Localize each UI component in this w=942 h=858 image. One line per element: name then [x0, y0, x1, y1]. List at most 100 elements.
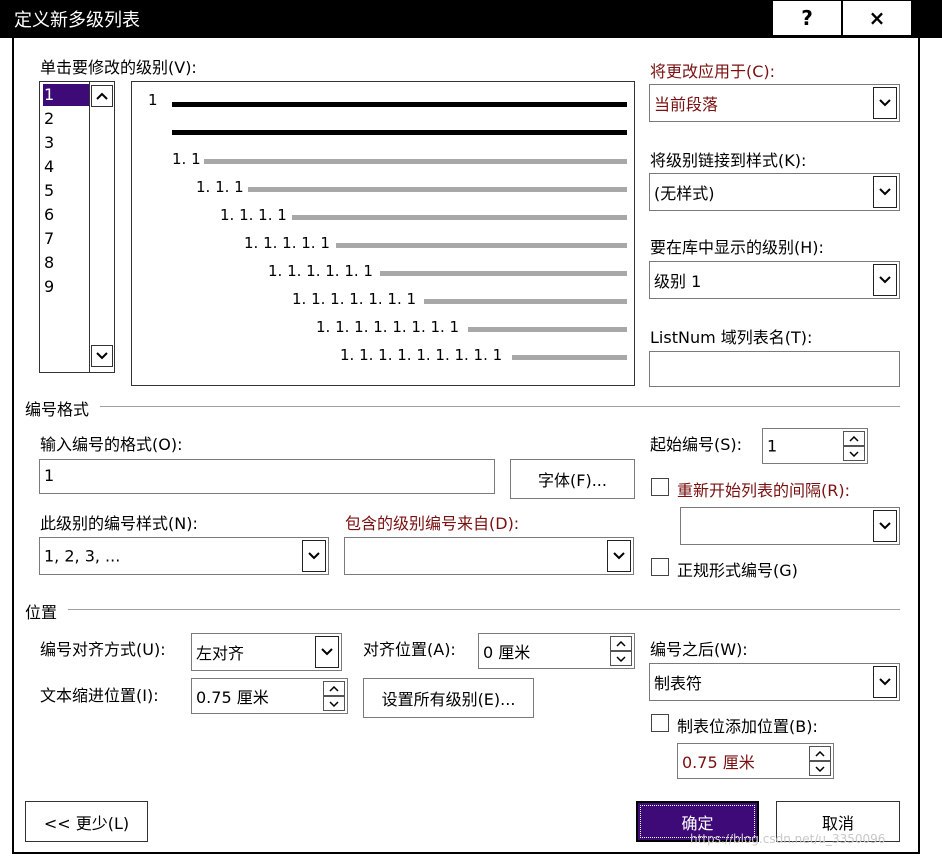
chevron-down-icon: [616, 655, 626, 662]
gallery-level-select[interactable]: 级别 1: [649, 261, 900, 299]
tab-stop-checkbox[interactable]: [651, 714, 669, 732]
preview-line-9-bar: [512, 355, 627, 360]
preview-line-3-number: 1. 1. 1: [196, 178, 244, 196]
level-list[interactable]: 1 2 3 4 5 6 7 8 9: [39, 81, 115, 373]
level-item-9[interactable]: 9: [43, 276, 90, 298]
tab-stop-label: 制表位添加位置(B):: [677, 717, 818, 736]
include-level-select[interactable]: [344, 537, 634, 575]
follow-number-value: 制表符: [654, 674, 703, 693]
preview-line-6-number: 1. 1. 1. 1. 1. 1: [268, 262, 373, 280]
preview-line-2-number: 1. 1: [172, 150, 201, 168]
chevron-down-icon[interactable]: [873, 510, 897, 542]
spin-up-button[interactable]: [323, 681, 345, 696]
chevron-down-icon[interactable]: [315, 636, 339, 668]
follow-number-label: 编号之后(W):: [650, 640, 748, 659]
spin-up-button[interactable]: [809, 746, 831, 761]
preview-line-8-bar: [468, 327, 627, 332]
format-input[interactable]: 1: [39, 459, 495, 494]
indent-spinner[interactable]: 0.75 厘米: [191, 678, 348, 714]
preview-line-5-bar: [336, 243, 627, 248]
link-style-value: (无样式): [654, 184, 715, 203]
spin-down-button[interactable]: [843, 446, 865, 461]
chevron-up-icon: [329, 685, 339, 692]
help-button[interactable]: ?: [772, 0, 842, 36]
chevron-down-icon[interactable]: [873, 87, 897, 119]
chevron-down-icon: [329, 700, 339, 707]
scroll-down-button[interactable]: [91, 345, 113, 367]
chevron-down-icon[interactable]: [873, 176, 897, 208]
restart-checkbox[interactable]: [651, 478, 669, 496]
preview-line-1-bar: [172, 102, 627, 107]
level-item-8[interactable]: 8: [43, 252, 90, 274]
level-item-6[interactable]: 6: [43, 204, 90, 226]
restart-label: 重新开始列表的间隔(R):: [677, 481, 850, 500]
level-item-2[interactable]: 2: [43, 108, 90, 130]
font-button[interactable]: 字体(F)...: [510, 459, 635, 499]
preview-line-1-number: 1: [148, 91, 158, 109]
tab-stop-spinner[interactable]: 0.75 厘米: [677, 743, 834, 779]
apply-to-select[interactable]: 当前段落: [649, 84, 900, 122]
number-style-value: 1, 2, 3, ...: [44, 546, 121, 566]
apply-to-value: 当前段落: [654, 95, 719, 114]
chevron-down-icon[interactable]: [302, 540, 326, 572]
gallery-level-value: 级别 1: [654, 272, 702, 291]
apply-to-label: 将更改应用于(C):: [650, 62, 776, 81]
number-format-divider: [100, 406, 900, 407]
follow-number-select[interactable]: 制表符: [649, 663, 900, 701]
spin-down-button[interactable]: [809, 761, 831, 776]
number-style-select[interactable]: 1, 2, 3, ...: [39, 537, 329, 575]
preview-line-2-bar: [204, 159, 627, 164]
link-style-label: 将级别链接到样式(K):: [650, 151, 807, 170]
spin-up-button[interactable]: [610, 636, 632, 651]
spin-down-button[interactable]: [323, 696, 345, 711]
format-value: 1: [44, 466, 55, 485]
tab-stop-value: 0.75 厘米: [682, 753, 755, 772]
preview-line-1-bar-2: [172, 130, 627, 135]
set-all-levels-button[interactable]: 设置所有级别(E)...: [363, 678, 534, 718]
level-item-3[interactable]: 3: [43, 132, 90, 154]
chevron-up-icon: [815, 750, 825, 757]
level-item-4[interactable]: 4: [43, 156, 90, 178]
spin-down-button[interactable]: [610, 651, 632, 666]
chevron-down-icon: [849, 450, 859, 457]
alignment-label: 编号对齐方式(U):: [40, 640, 166, 659]
close-button[interactable]: ×: [842, 0, 912, 36]
alignment-select[interactable]: 左对齐: [191, 633, 342, 671]
number-format-group-label: 编号格式: [25, 400, 90, 419]
start-at-spinner[interactable]: 1: [762, 428, 868, 464]
restart-select[interactable]: [680, 507, 900, 545]
aligned-at-value: 0 厘米: [483, 643, 531, 662]
alignment-value: 左对齐: [196, 644, 245, 663]
chevron-down-icon: [815, 765, 825, 772]
preview-line-7-bar: [424, 299, 627, 304]
number-style-label: 此级别的编号样式(N):: [40, 514, 198, 533]
chevron-down-icon[interactable]: [873, 666, 897, 698]
preview-line-6-bar: [380, 271, 627, 276]
level-item-7[interactable]: 7: [43, 228, 90, 250]
legal-checkbox[interactable]: [651, 558, 669, 576]
preview-line-8-number: 1. 1. 1. 1. 1. 1. 1. 1: [316, 318, 460, 336]
indent-value: 0.75 厘米: [196, 688, 269, 707]
level-item-5[interactable]: 5: [43, 180, 90, 202]
listnum-input[interactable]: [649, 351, 900, 387]
aligned-at-spinner[interactable]: 0 厘米: [478, 633, 635, 669]
preview-line-9-number: 1. 1. 1. 1. 1. 1. 1. 1. 1: [340, 346, 503, 364]
link-style-select[interactable]: (无样式): [649, 173, 900, 211]
watermark: https://blog.csdn.net/u_3350096: [690, 832, 886, 846]
indent-label: 文本缩进位置(I):: [40, 686, 159, 705]
chevron-down-icon: [96, 352, 108, 360]
start-at-label: 起始编号(S):: [650, 435, 743, 454]
level-item-1[interactable]: 1: [43, 84, 90, 106]
preview-line-5-number: 1. 1. 1. 1. 1: [244, 234, 330, 252]
level-scrollbar[interactable]: [89, 82, 114, 372]
chevron-down-icon[interactable]: [607, 540, 631, 572]
chevron-up-icon: [616, 640, 626, 647]
chevron-up-icon: [849, 435, 859, 442]
scroll-up-button[interactable]: [91, 85, 113, 107]
spin-up-button[interactable]: [843, 431, 865, 446]
level-list-label: 单击要修改的级别(V):: [40, 58, 197, 77]
chevron-down-icon[interactable]: [873, 264, 897, 296]
less-button[interactable]: << 更少(L): [25, 801, 148, 842]
aligned-at-label: 对齐位置(A):: [363, 640, 456, 659]
start-at-value: 1: [767, 436, 778, 456]
